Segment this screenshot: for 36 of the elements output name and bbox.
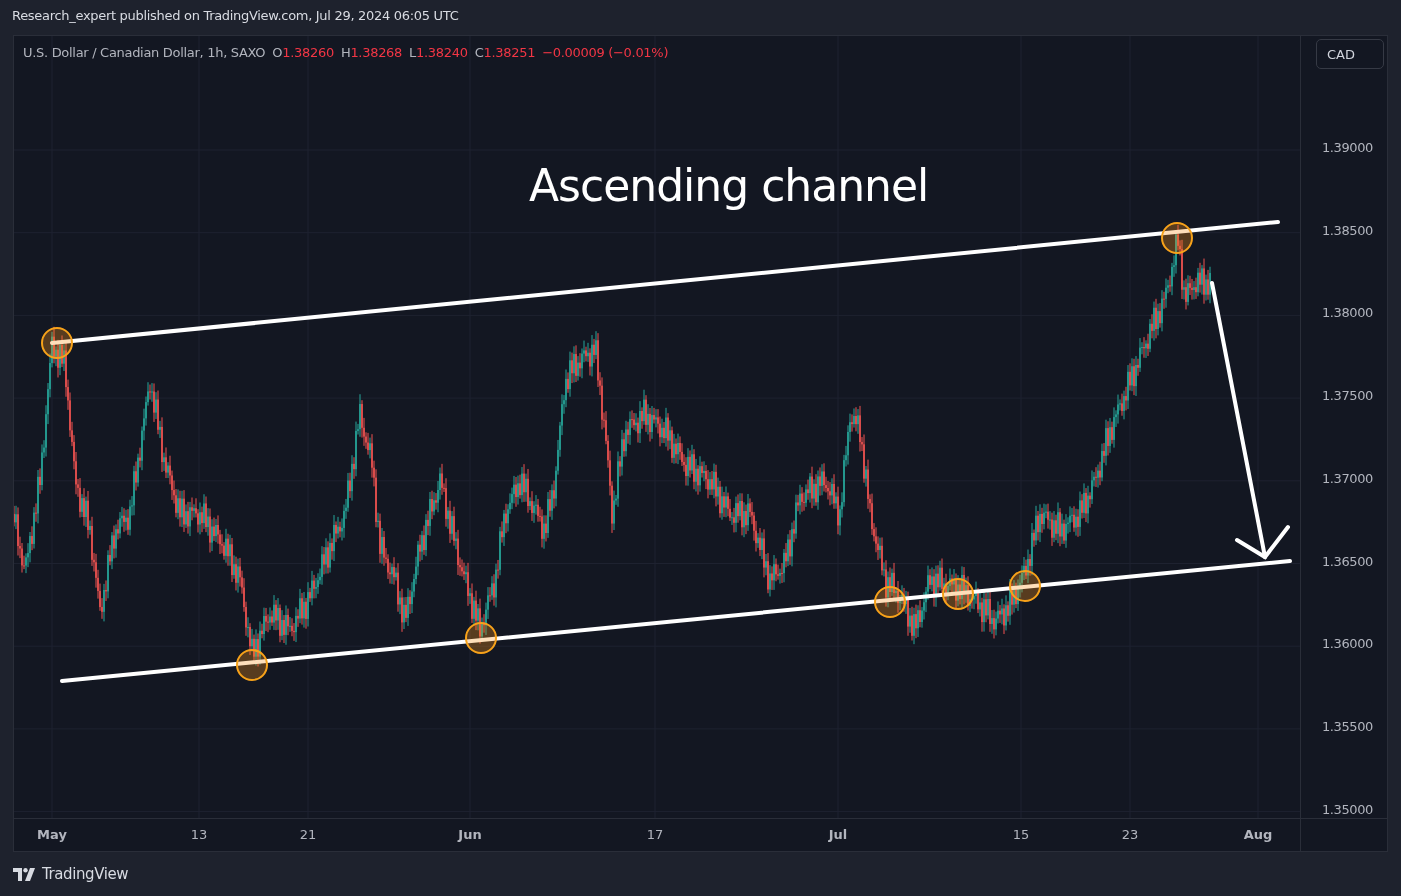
ohlc-value: O1.38260 (272, 45, 334, 60)
time-axis-label: Jul (828, 827, 848, 842)
time-axis-label: Jun (458, 827, 482, 842)
touch-point-circle (236, 649, 268, 681)
publisher-line: Research_expert published on TradingView.com, Jul 29, 2024 06:05 UTC (12, 8, 459, 23)
ohlc-value: L1.38240 (409, 45, 468, 60)
time-axis-label: 15 (1012, 827, 1030, 842)
symbol-title: U.S. Dollar / Canadian Dollar, 1h, SAXO (23, 45, 266, 60)
currency-button[interactable]: CAD (1316, 39, 1384, 69)
price-axis-label: 1.37500 (1322, 388, 1373, 404)
logo-icon (13, 867, 37, 881)
price-axis-label: 1.37000 (1322, 470, 1373, 486)
touch-point-circle (874, 586, 906, 618)
time-axis-label: Aug (1243, 827, 1273, 842)
touch-point-circle (942, 578, 974, 610)
price-axis-label: 1.35000 (1322, 801, 1373, 817)
time-axis-label: 13 (190, 827, 208, 842)
price-axis-label: 1.39000 (1322, 140, 1373, 155)
price-change: −0.00009 (−0.01%) (542, 45, 669, 60)
chart-annotation-text: Ascending channel (529, 160, 929, 211)
time-axis-label: May (37, 827, 67, 842)
time-axis-label: 23 (1121, 827, 1139, 842)
ohlc-value: H1.38268 (340, 45, 403, 60)
touch-point-circle (41, 327, 73, 359)
time-axis-label: 21 (299, 827, 317, 842)
price-axis-label: 1.35500 (1322, 718, 1373, 734)
touch-point-circle (465, 622, 497, 654)
brand-name: TradingView (42, 865, 129, 883)
time-axis-label: 17 (646, 827, 664, 842)
price-axis-label: 1.38000 (1322, 305, 1373, 321)
price-axis-label: 1.38500 (1322, 222, 1373, 238)
price-axis-label: 1.36500 (1322, 553, 1373, 569)
price-axis-label: 1.36000 (1322, 636, 1373, 652)
touch-point-circle (1161, 222, 1193, 254)
touch-point-circle (1009, 570, 1041, 602)
ohlc-value: C1.38251 (474, 45, 536, 60)
